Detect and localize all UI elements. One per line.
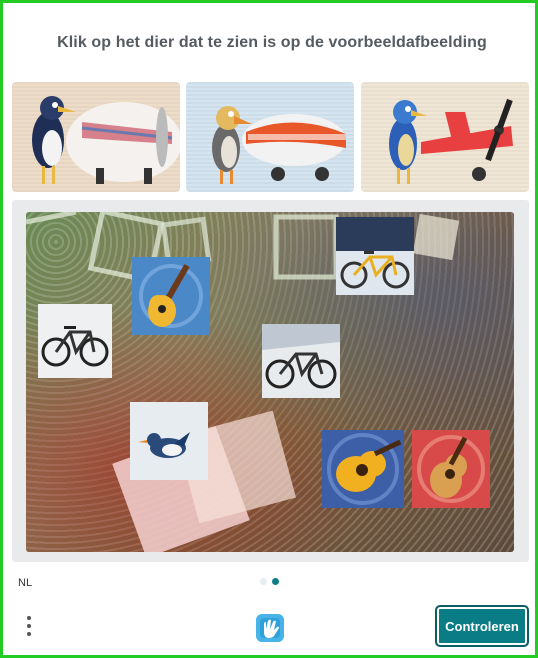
hand-logo-icon xyxy=(252,610,288,646)
challenge-canvas-container xyxy=(12,200,529,562)
captcha-frame: Klik op het dier dat te zien is op de vo… xyxy=(0,0,538,658)
instruction-title: Klik op het dier dat te zien is op de vo… xyxy=(57,34,487,51)
submit-button[interactable]: Controleren xyxy=(435,605,529,647)
menu-dot xyxy=(27,616,31,620)
language-selector[interactable]: NL xyxy=(18,577,32,589)
bird-plane-icon xyxy=(212,106,346,184)
example-images xyxy=(12,82,529,192)
tile-bicycle-1[interactable] xyxy=(336,217,414,295)
bird-plane-icon xyxy=(32,96,180,184)
challenge-canvas[interactable] xyxy=(26,212,514,552)
menu-dot xyxy=(27,624,31,628)
tile-guitar-3[interactable] xyxy=(412,430,490,508)
bicycle-icon xyxy=(262,324,340,398)
tile-guitar-2[interactable] xyxy=(322,430,404,508)
example-image-bird-airplane-3 xyxy=(361,82,529,192)
tile-guitar-1[interactable] xyxy=(132,257,210,335)
tile-bird[interactable] xyxy=(130,402,208,480)
menu-dot xyxy=(27,632,31,636)
example-image-bird-airplane-2 xyxy=(186,82,354,192)
example-image-bird-airplane-1 xyxy=(12,82,180,192)
guitar-icon xyxy=(132,257,210,335)
tile-bicycle-2[interactable] xyxy=(38,304,112,378)
bicycle-icon xyxy=(38,304,112,378)
bird-plane-icon xyxy=(389,98,513,184)
page-dot-1 xyxy=(260,578,267,585)
tile-bicycle-3[interactable] xyxy=(262,324,340,398)
more-vertical-icon[interactable] xyxy=(21,611,37,641)
page-dot-2-active xyxy=(272,578,279,585)
guitar-icon xyxy=(322,430,404,508)
bird-icon xyxy=(130,402,208,480)
guitar-icon xyxy=(412,430,490,508)
bicycle-icon xyxy=(336,217,414,295)
page-indicator xyxy=(260,578,284,586)
